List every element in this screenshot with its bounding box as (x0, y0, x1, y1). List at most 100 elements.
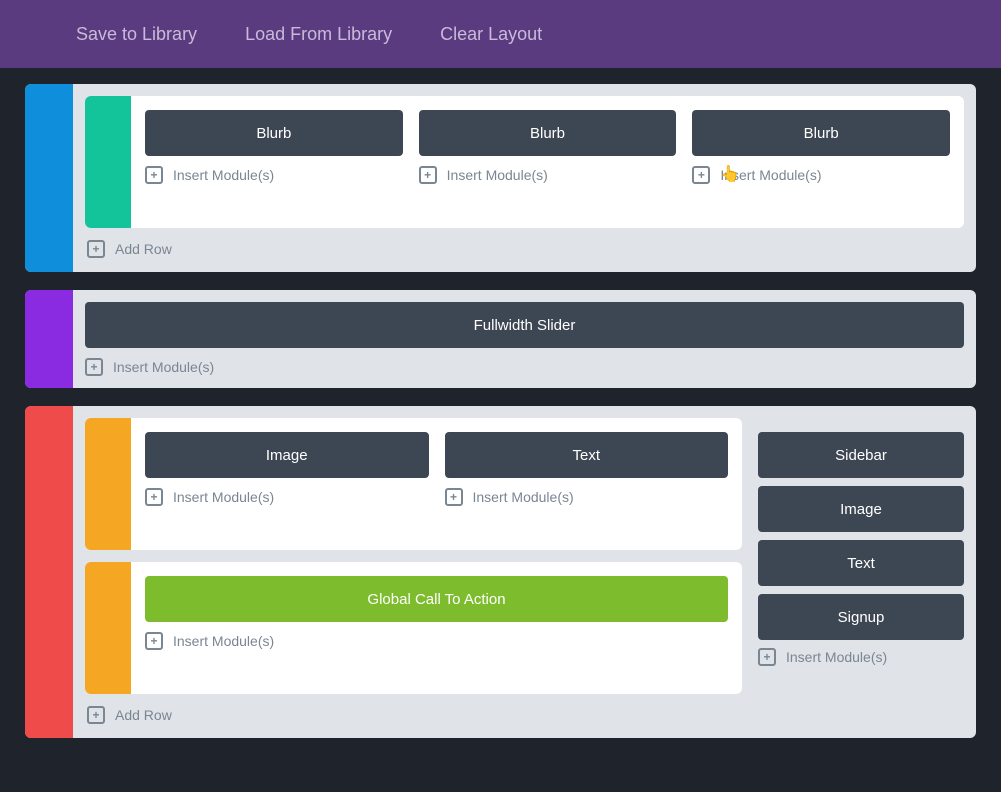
close-icon[interactable] (934, 313, 954, 338)
duplicate-icon[interactable] (798, 497, 818, 522)
section-handle[interactable] (25, 406, 73, 738)
row-handle[interactable] (85, 562, 131, 694)
duplicate-icon[interactable] (94, 136, 122, 158)
redo-icon[interactable] (943, 21, 963, 47)
module-fullwidth-slider[interactable]: Fullwidth Slider (85, 302, 964, 348)
duplicate-icon[interactable] (459, 121, 479, 146)
cursor-icon: 👆 (720, 164, 740, 184)
delete-icon[interactable] (94, 196, 122, 218)
delete-icon[interactable] (94, 662, 122, 684)
insert-module-button[interactable]: + Insert Module(s) (758, 648, 964, 666)
column: Global Call To Action + Insert Module(s) (145, 576, 728, 680)
save-to-library-button[interactable]: Save to Library (76, 24, 197, 45)
module-blurb[interactable]: Blurb (145, 110, 403, 156)
delete-icon[interactable] (94, 518, 122, 540)
insert-module-button[interactable]: + Insert Module(s) (145, 632, 728, 650)
drag-icon[interactable] (431, 121, 451, 146)
row-body: Image + Insert Module(s) (131, 418, 742, 550)
duplicate-icon[interactable] (125, 313, 145, 338)
drag-icon[interactable] (97, 313, 117, 338)
module-signup[interactable]: Signup (758, 594, 964, 640)
add-row-button[interactable]: + Add Row (85, 702, 964, 726)
close-icon[interactable] (399, 443, 419, 468)
insert-module-button[interactable]: + Insert Module(s) (445, 488, 729, 506)
undo-icon[interactable] (883, 21, 903, 47)
row: Image + Insert Module(s) (85, 418, 742, 550)
section-handle[interactable] (25, 84, 73, 272)
delete-icon[interactable] (35, 704, 63, 726)
row-body: Blurb + Insert Module(s) (131, 96, 964, 228)
duplicate-icon[interactable] (732, 121, 752, 146)
module-text[interactable]: Text (445, 432, 729, 478)
insert-module-button[interactable]: + Insert Module(s) (85, 358, 964, 376)
insert-module-button[interactable]: + Insert Module(s) (419, 166, 677, 184)
columns-icon[interactable] (94, 488, 122, 510)
drag-icon[interactable] (157, 443, 177, 468)
duplicate-icon[interactable] (35, 332, 63, 354)
duplicate-icon[interactable] (185, 121, 205, 146)
module-global-cta[interactable]: Global Call To Action (145, 576, 728, 622)
duplicate-icon[interactable] (485, 443, 505, 468)
section-handle[interactable] (25, 290, 73, 388)
insert-module-button[interactable]: + Insert Module(s) (145, 166, 403, 184)
drag-icon[interactable] (770, 497, 790, 522)
duplicate-icon[interactable] (94, 458, 122, 480)
insert-module-button[interactable]: + Insert Module(s) 👆 (692, 166, 950, 184)
plus-icon: + (87, 706, 105, 724)
drag-icon[interactable] (94, 106, 122, 128)
module-image[interactable]: Image (758, 486, 964, 532)
plus-icon: + (692, 166, 710, 184)
clear-layout-button[interactable]: Clear Layout (440, 24, 542, 45)
drag-icon[interactable] (457, 443, 477, 468)
duplicate-icon[interactable] (798, 605, 818, 630)
duplicate-icon[interactable] (94, 602, 122, 624)
drag-icon[interactable] (94, 572, 122, 594)
module-blurb[interactable]: Blurb (692, 110, 950, 156)
duplicate-icon[interactable] (798, 551, 818, 576)
close-icon[interactable] (934, 551, 954, 576)
drag-icon[interactable] (94, 428, 122, 450)
close-icon[interactable] (698, 587, 718, 612)
insert-label: Insert Module(s) (173, 633, 274, 649)
drag-icon[interactable] (35, 96, 63, 118)
module-sidebar[interactable]: Sidebar (758, 432, 964, 478)
row-handle[interactable] (85, 418, 131, 550)
drag-icon[interactable] (157, 121, 177, 146)
drag-icon[interactable] (770, 551, 790, 576)
insert-module-button[interactable]: + Insert Module(s) (145, 488, 429, 506)
drag-icon[interactable] (35, 418, 63, 440)
drag-icon[interactable] (157, 587, 177, 612)
drag-icon[interactable] (770, 605, 790, 630)
delete-icon[interactable] (35, 362, 63, 384)
add-row-label: Add Row (115, 241, 172, 257)
duplicate-icon[interactable] (35, 448, 63, 470)
close-icon[interactable] (920, 121, 940, 146)
duplicate-icon[interactable] (185, 587, 205, 612)
close-icon[interactable] (934, 497, 954, 522)
close-icon[interactable] (934, 605, 954, 630)
columns-icon[interactable] (94, 632, 122, 654)
delete-icon[interactable] (35, 238, 63, 260)
close-icon[interactable] (373, 121, 393, 146)
drag-icon[interactable] (704, 121, 724, 146)
close-icon[interactable] (934, 443, 954, 468)
close-icon[interactable] (646, 121, 666, 146)
load-from-library-button[interactable]: Load From Library (245, 24, 392, 45)
duplicate-icon[interactable] (798, 443, 818, 468)
drag-icon[interactable] (770, 443, 790, 468)
duplicate-icon[interactable] (35, 126, 63, 148)
duplicate-icon[interactable] (185, 443, 205, 468)
drag-icon[interactable] (35, 302, 63, 324)
toolbar-right (883, 21, 971, 47)
columns-icon[interactable] (94, 166, 122, 188)
plus-icon: + (758, 648, 776, 666)
add-row-button[interactable]: + Add Row (85, 236, 964, 260)
close-icon[interactable] (698, 443, 718, 468)
section-fullwidth: Fullwidth Slider + Insert Module(s) (25, 290, 976, 388)
row-handle[interactable] (85, 96, 131, 228)
module-blurb[interactable]: Blurb (419, 110, 677, 156)
insert-label: Insert Module(s) (447, 167, 548, 183)
section-body: Blurb + Insert Module(s) (73, 84, 976, 272)
module-image[interactable]: Image (145, 432, 429, 478)
module-text[interactable]: Text (758, 540, 964, 586)
